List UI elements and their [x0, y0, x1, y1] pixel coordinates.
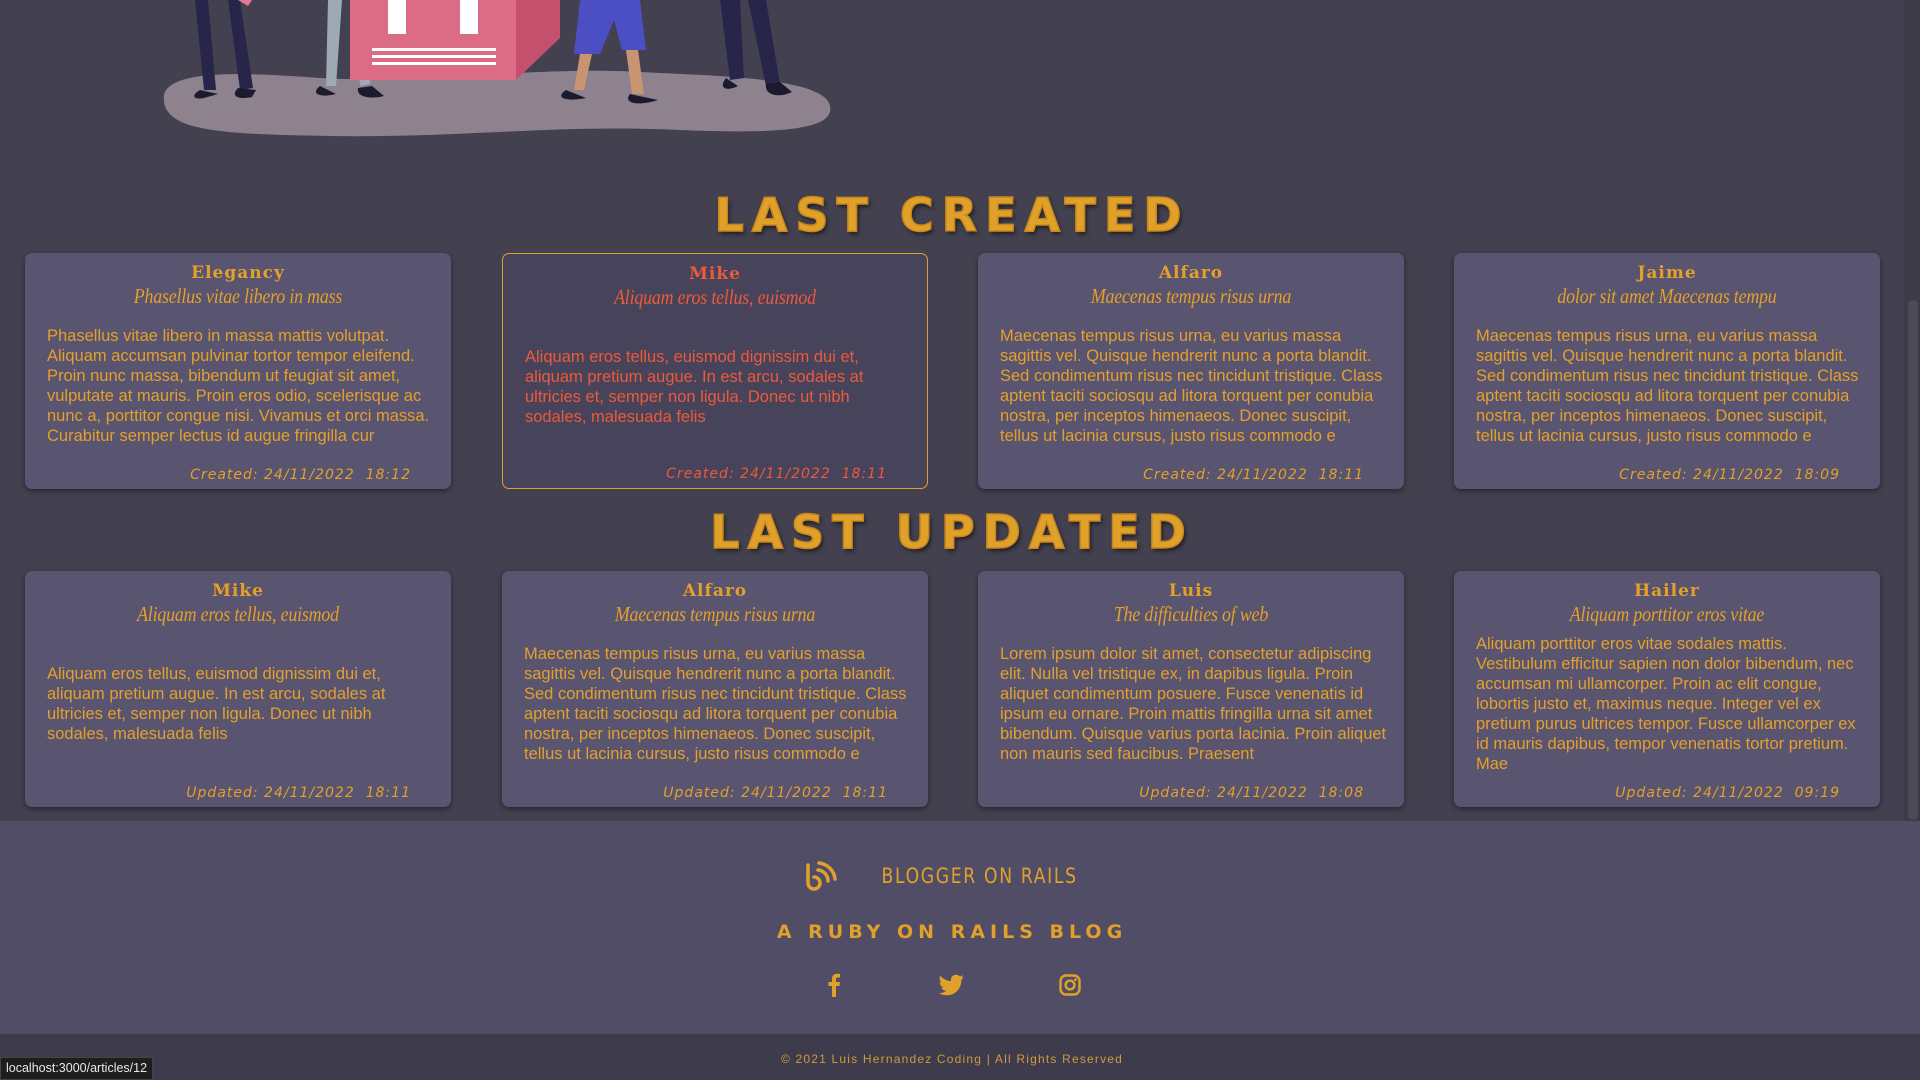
- card-author: Mike: [212, 581, 264, 601]
- updated-article-card[interactable]: Hailer Aliquam porttitor eros vitae Aliq…: [1454, 571, 1880, 807]
- card-body: Phasellus vitae libero in massa mattis v…: [47, 311, 435, 461]
- card-author: Hailer: [1634, 581, 1700, 601]
- card-author: Alfaro: [1158, 263, 1224, 283]
- card-author: Alfaro: [682, 581, 748, 601]
- blog-feed-icon: [806, 861, 838, 891]
- copyright-bar: © 2021 Luis Hernandez Coding | All Right…: [0, 1034, 1920, 1080]
- card-title: Maecenas tempus risus urna: [1090, 284, 1292, 308]
- card-title: Aliquam eros tellus, euismod: [137, 602, 339, 626]
- instagram-link[interactable]: [1056, 971, 1084, 999]
- card-body: Maecenas tempus risus urna, eu varius ma…: [1000, 311, 1388, 461]
- card-title: Aliquam porttitor eros vitae: [1569, 602, 1765, 626]
- card-author: Luis: [1168, 581, 1214, 601]
- hero-illustration: [163, 0, 831, 137]
- card-author: Elegancy: [191, 263, 285, 283]
- card-body: Aliquam porttitor eros vitae sodales mat…: [1476, 629, 1864, 779]
- card-title: Maecenas tempus risus urna: [614, 602, 816, 626]
- last-updated-heading: LAST UPDATED: [709, 504, 1194, 560]
- card-title: Aliquam eros tellus, euismod: [614, 285, 816, 309]
- card-body-text: Phasellus vitae libero in massa mattis v…: [47, 327, 430, 445]
- card-body: Maecenas tempus risus urna, eu varius ma…: [1476, 311, 1864, 461]
- card-timestamp: Updated: 24/11/2022 18:08: [1139, 785, 1364, 801]
- card-body-text: Aliquam eros tellus, euismod dignissim d…: [525, 348, 864, 426]
- twitter-icon: [939, 974, 964, 996]
- card-body: Lorem ipsum dolor sit amet, consectetur …: [1000, 629, 1388, 779]
- footer-tagline: A RUBY ON RAILS BLOG: [776, 921, 1128, 943]
- facebook-link[interactable]: [820, 971, 848, 999]
- card-author: Jaime: [1637, 263, 1697, 283]
- updated-article-card[interactable]: Mike Aliquam eros tellus, euismod Aliqua…: [25, 571, 451, 807]
- created-article-card[interactable]: Elegancy Phasellus vitae libero in mass …: [25, 253, 451, 489]
- card-timestamp: Updated: 24/11/2022 18:11: [663, 785, 888, 801]
- instagram-icon: [1059, 974, 1081, 996]
- card-author: Mike: [689, 264, 741, 284]
- card-timestamp: Updated: 24/11/2022 09:19: [1615, 785, 1840, 801]
- created-article-card[interactable]: Alfaro Maecenas tempus risus urna Maecen…: [978, 253, 1404, 489]
- card-title: The difficulties of web: [1113, 602, 1269, 626]
- created-article-card[interactable]: Mike Aliquam eros tellus, euismod Aliqua…: [502, 253, 928, 489]
- card-body: Maecenas tempus risus urna, eu varius ma…: [524, 629, 912, 779]
- card-timestamp: Created: 24/11/2022 18:11: [1143, 467, 1364, 483]
- footer-brand-name: BLOGGER ON RAILS: [881, 864, 1079, 888]
- updated-article-card[interactable]: Alfaro Maecenas tempus risus urna Maecen…: [502, 571, 928, 807]
- card-timestamp: Created: 24/11/2022 18:09: [1619, 467, 1840, 483]
- page-scrollbar-thumb[interactable]: [1908, 300, 1918, 820]
- last-created-heading: LAST CREATED: [714, 187, 1190, 243]
- card-body-text: Maecenas tempus risus urna, eu varius ma…: [1476, 327, 1859, 445]
- copyright-text: © 2021 Luis Hernandez Coding | All Right…: [780, 1052, 1124, 1066]
- browser-status-url: localhost:3000/articles/12: [0, 1057, 154, 1080]
- updated-article-card[interactable]: Luis The difficulties of web Lorem ipsum…: [978, 571, 1404, 807]
- card-timestamp: Created: 24/11/2022 18:12: [190, 467, 411, 483]
- social-links: [0, 971, 1904, 999]
- card-timestamp: Updated: 24/11/2022 18:11: [186, 785, 411, 801]
- card-body-text: Aliquam eros tellus, euismod dignissim d…: [47, 665, 386, 743]
- facebook-icon: [828, 973, 840, 997]
- card-body-text: Maecenas tempus risus urna, eu varius ma…: [524, 645, 907, 763]
- card-body: Aliquam eros tellus, euismod dignissim d…: [525, 312, 913, 462]
- card-title: Phasellus vitae libero in mass: [133, 284, 343, 308]
- card-body-text: Lorem ipsum dolor sit amet, consectetur …: [1000, 645, 1387, 763]
- card-body-text: Maecenas tempus risus urna, eu varius ma…: [1000, 327, 1383, 445]
- card-title: dolor sit amet Maecenas tempu: [1557, 284, 1777, 308]
- card-body: Aliquam eros tellus, euismod dignissim d…: [47, 629, 435, 779]
- created-article-card[interactable]: Jaime dolor sit amet Maecenas tempu Maec…: [1454, 253, 1880, 489]
- card-body-text: Aliquam porttitor eros vitae sodales mat…: [1476, 635, 1856, 773]
- card-timestamp: Created: 24/11/2022 18:11: [666, 466, 887, 482]
- site-footer: BLOGGER ON RAILS A RUBY ON RAILS BLOG: [0, 821, 1920, 1034]
- twitter-link[interactable]: [938, 971, 966, 999]
- footer-brand[interactable]: BLOGGER ON RAILS: [0, 861, 1904, 891]
